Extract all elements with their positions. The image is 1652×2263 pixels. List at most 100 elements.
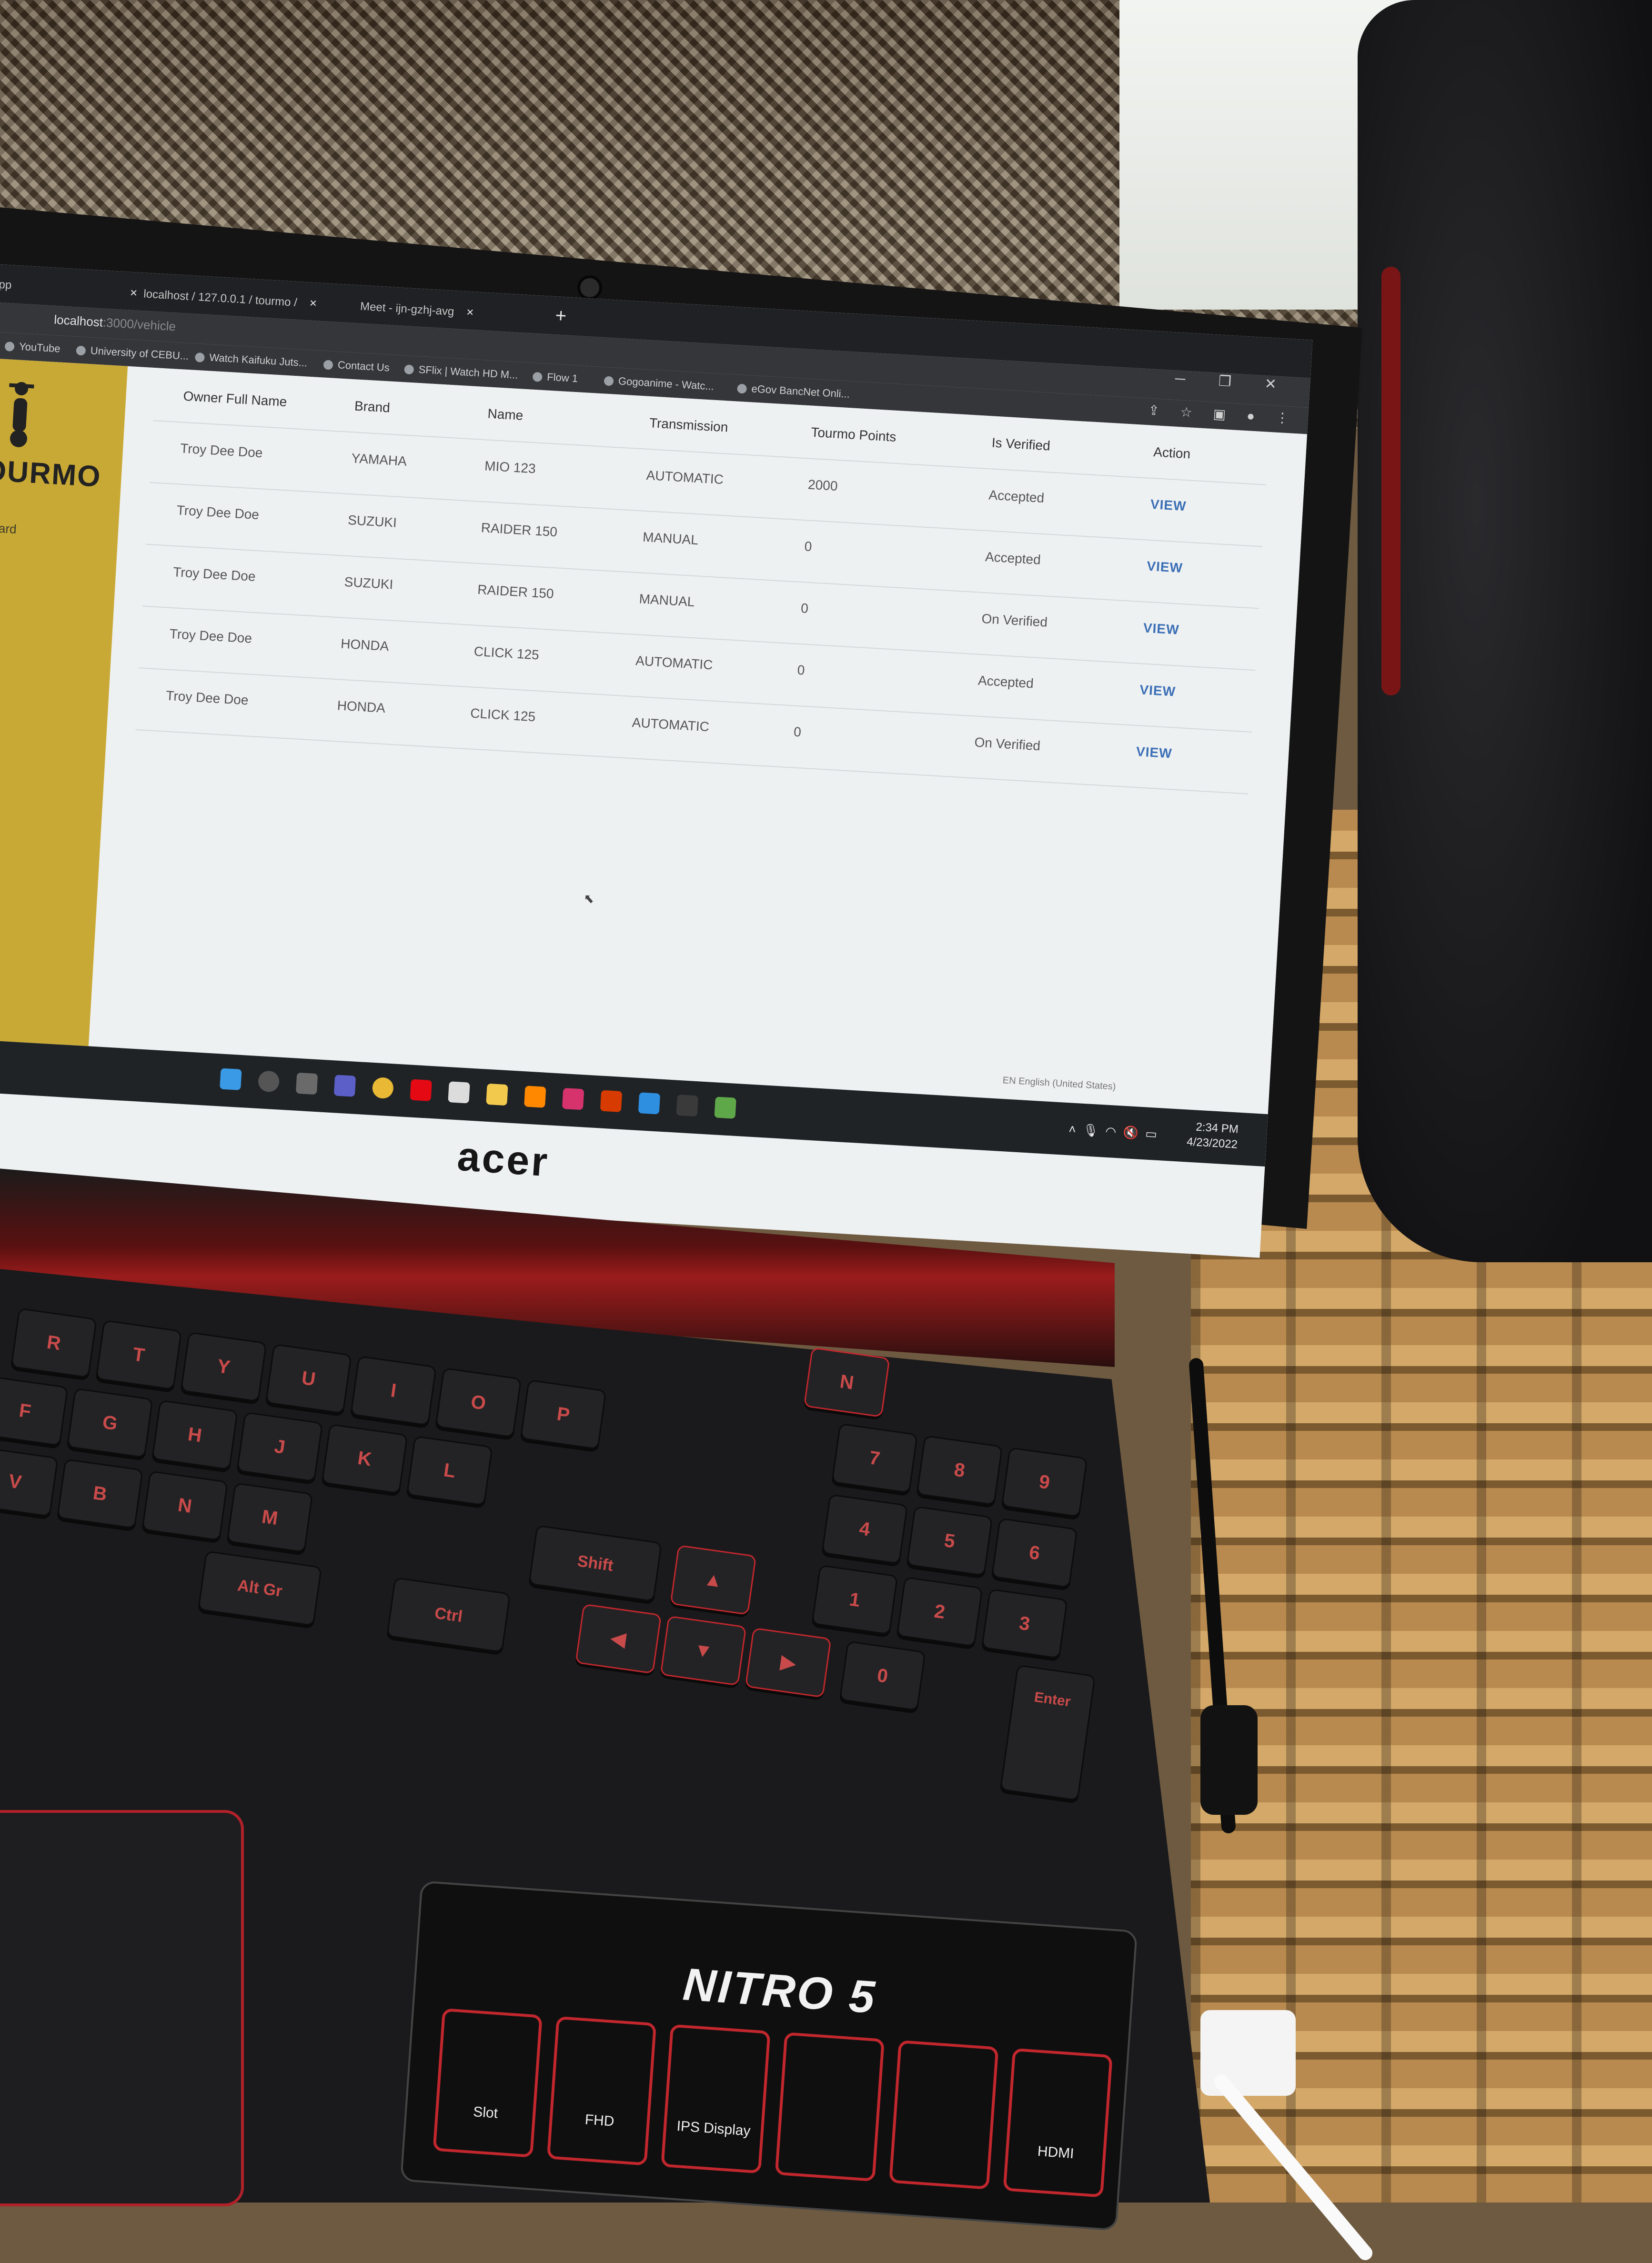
sticker-badge xyxy=(775,2032,885,2182)
view-button[interactable]: VIEW xyxy=(1139,682,1176,699)
view-button[interactable]: VIEW xyxy=(1147,559,1183,576)
key[interactable]: L xyxy=(406,1435,493,1506)
key[interactable]: U xyxy=(265,1343,352,1414)
touchpad[interactable] xyxy=(0,1810,244,2206)
arrow-right-key[interactable]: ▶ xyxy=(745,1627,832,1698)
column-header: Owner Full Name xyxy=(182,388,288,410)
key[interactable]: Enter xyxy=(999,1664,1096,1801)
vlc-icon[interactable] xyxy=(524,1086,546,1108)
key[interactable]: N xyxy=(141,1470,229,1541)
key[interactable]: 7 xyxy=(831,1423,918,1494)
key[interactable]: B xyxy=(56,1458,143,1529)
name-cell: RAIDER 150 xyxy=(477,582,554,602)
key[interactable]: O xyxy=(435,1367,522,1438)
key[interactable]: 6 xyxy=(991,1518,1078,1589)
bookmark-item[interactable]: YouTube xyxy=(4,332,61,362)
key[interactable]: I xyxy=(350,1355,437,1426)
share-icon[interactable]: ⇪ xyxy=(1148,402,1160,418)
terminal-icon[interactable] xyxy=(676,1094,698,1117)
mouse-cursor-icon: ⬉ xyxy=(583,891,595,906)
name-cell: CLICK 125 xyxy=(470,705,536,724)
numlock-key[interactable]: N xyxy=(803,1347,890,1418)
sidepanel-icon[interactable]: ▣ xyxy=(1213,406,1226,422)
windows-start-icon[interactable] xyxy=(220,1068,242,1090)
bookmark-item[interactable]: Contact Us xyxy=(322,351,390,381)
tab[interactable]: Meet - ijn-gzhj-avg × xyxy=(360,292,475,326)
tab[interactable]: pp xyxy=(0,271,12,299)
key[interactable]: P xyxy=(520,1379,607,1450)
nodejs-icon[interactable] xyxy=(714,1096,736,1119)
speaker-muted-icon[interactable]: 🔇 xyxy=(1123,1125,1139,1140)
key[interactable]: 2 xyxy=(896,1576,983,1647)
star-icon[interactable]: ☆ xyxy=(1180,404,1193,420)
owner-cell: Troy Dee Doe xyxy=(172,564,256,584)
key[interactable]: T xyxy=(95,1319,182,1390)
usb-c-plug xyxy=(1200,1705,1258,1815)
name-cell: MIO 123 xyxy=(484,458,536,476)
close-window-icon[interactable]: ✕ xyxy=(1264,376,1277,392)
close-icon[interactable]: × xyxy=(130,285,138,300)
app-logo-text: OURMO xyxy=(0,453,102,493)
key[interactable]: V xyxy=(0,1447,59,1517)
view-button[interactable]: VIEW xyxy=(1143,620,1179,637)
wps-icon[interactable] xyxy=(562,1087,584,1110)
transmission-cell: AUTOMATIC xyxy=(645,467,724,487)
verified-cell: Accepted xyxy=(985,549,1041,567)
teams-icon[interactable] xyxy=(333,1075,356,1097)
column-header: Is Verified xyxy=(991,435,1051,453)
arrow-left-key[interactable]: ◀ xyxy=(575,1603,662,1674)
key[interactable]: 5 xyxy=(906,1506,993,1577)
new-tab-plus-icon[interactable]: + xyxy=(554,305,567,327)
battery-icon[interactable]: ▭ xyxy=(1145,1126,1158,1141)
key[interactable]: 1 xyxy=(811,1564,898,1635)
key[interactable]: Y xyxy=(180,1331,267,1402)
key[interactable]: G xyxy=(66,1388,153,1458)
close-icon[interactable]: × xyxy=(466,305,474,320)
url-text[interactable]: localhost:3000/vehicle xyxy=(54,312,176,334)
search-icon[interactable] xyxy=(257,1070,280,1093)
key[interactable]: 9 xyxy=(1001,1447,1088,1518)
owner-cell: Troy Dee Doe xyxy=(176,503,260,523)
restore-icon[interactable]: ❐ xyxy=(1218,373,1232,390)
key[interactable]: 3 xyxy=(981,1588,1068,1659)
vscode-icon[interactable] xyxy=(638,1092,661,1115)
more-menu-icon[interactable]: ⋮ xyxy=(1275,410,1289,426)
key[interactable]: 8 xyxy=(916,1435,1003,1506)
sidebar-item-dashboard[interactable]: board xyxy=(0,520,17,537)
key[interactable]: J xyxy=(236,1411,323,1482)
view-button[interactable]: VIEW xyxy=(1150,497,1187,514)
chevron-up-icon[interactable]: ˄ xyxy=(1068,1122,1077,1137)
store-icon[interactable] xyxy=(448,1081,470,1104)
column-header: Brand xyxy=(354,398,391,415)
key[interactable]: 4 xyxy=(821,1494,908,1565)
office-icon[interactable] xyxy=(600,1090,623,1112)
minimize-icon[interactable]: ─ xyxy=(1175,371,1186,387)
key[interactable]: M xyxy=(226,1482,313,1553)
wifi-icon[interactable]: ◠ xyxy=(1105,1124,1117,1139)
row-divider xyxy=(146,543,1259,609)
task-view-icon[interactable] xyxy=(295,1072,318,1095)
key[interactable]: Alt Gr xyxy=(197,1550,322,1627)
clock[interactable]: 2:34 PM 4/23/2022 xyxy=(1186,1119,1239,1153)
arrow-up-key[interactable]: ▲ xyxy=(670,1545,757,1615)
owner-cell: Troy Dee Doe xyxy=(165,688,249,708)
chrome-icon[interactable] xyxy=(372,1076,394,1099)
key[interactable]: Ctrl xyxy=(386,1577,511,1653)
key[interactable]: K xyxy=(321,1423,408,1494)
key[interactable]: F xyxy=(0,1376,69,1447)
bookmark-item[interactable]: Flow 1 xyxy=(532,363,579,392)
key[interactable]: R xyxy=(10,1308,97,1378)
brand-cell: YAMAHA xyxy=(351,451,407,469)
points-cell: 2000 xyxy=(807,477,838,493)
name-cell: RAIDER 150 xyxy=(480,520,558,540)
key[interactable]: Shift xyxy=(528,1525,663,1602)
netflix-icon[interactable] xyxy=(410,1079,432,1101)
close-icon[interactable]: × xyxy=(309,296,317,311)
arrow-down-key[interactable]: ▼ xyxy=(660,1615,747,1686)
file-explorer-icon[interactable] xyxy=(486,1083,508,1106)
key[interactable]: 0 xyxy=(839,1640,926,1711)
key[interactable]: H xyxy=(151,1399,239,1470)
view-button[interactable]: VIEW xyxy=(1136,744,1172,761)
microphone-icon[interactable]: 🎙 xyxy=(1082,1123,1099,1138)
profile-avatar-icon[interactable]: ● xyxy=(1246,408,1255,423)
